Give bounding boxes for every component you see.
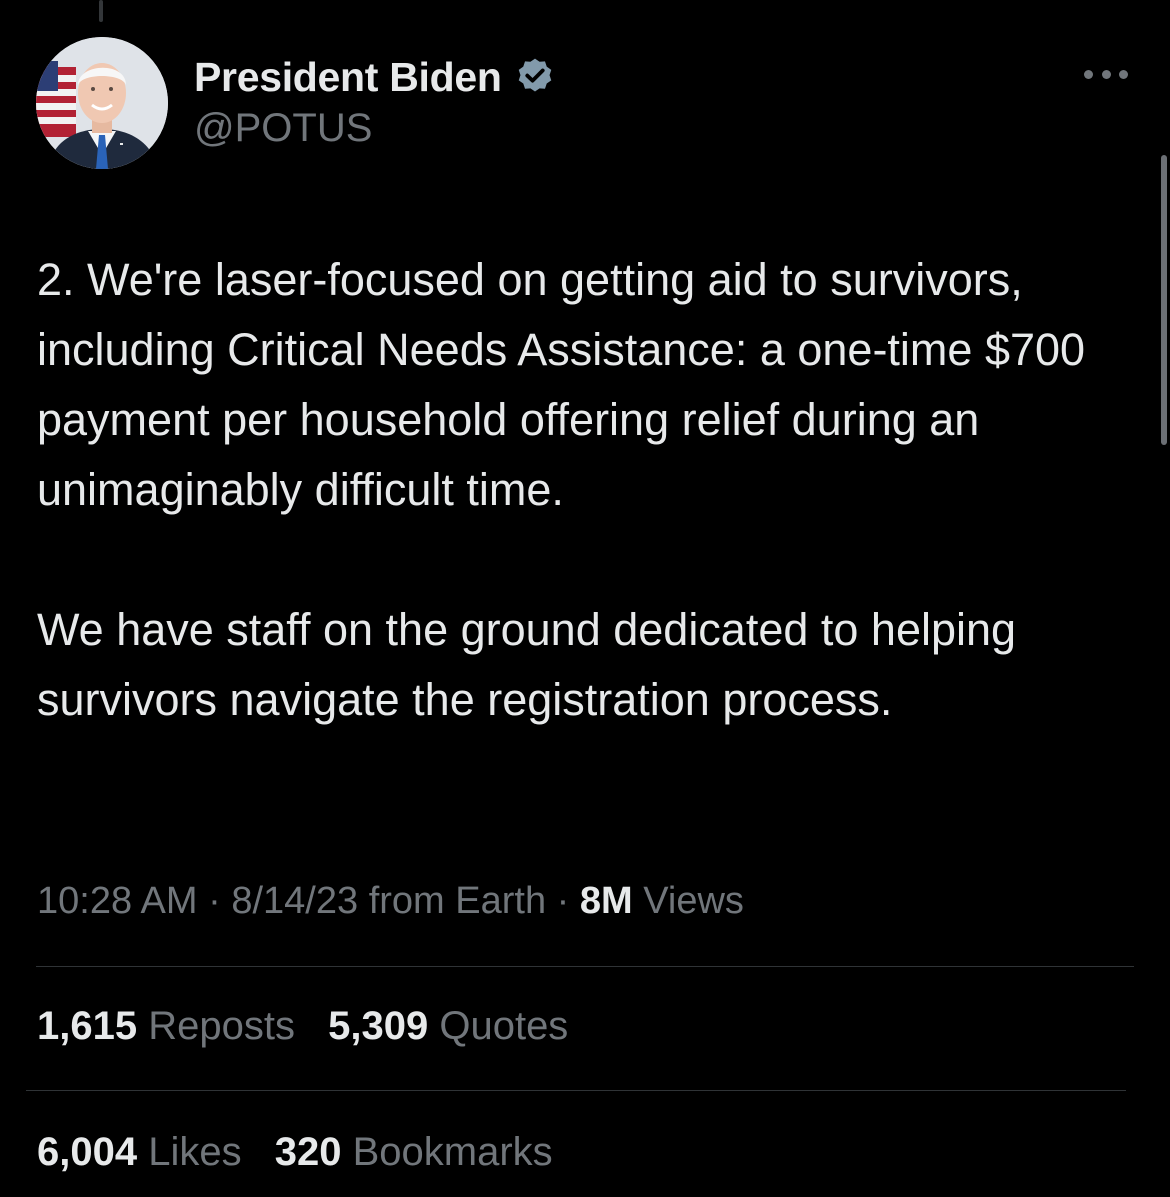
scrollbar[interactable] xyxy=(1161,155,1167,445)
tweet-meta: 10:28 AM · 8/14/23 from Earth · 8M Views xyxy=(37,880,744,923)
bookmarks-label: Bookmarks xyxy=(352,1130,553,1174)
more-options-icon[interactable] xyxy=(1084,60,1128,88)
views-count: 8M xyxy=(579,880,633,922)
meta-separator-2: · xyxy=(556,880,570,922)
quotes-label: Quotes xyxy=(439,1004,569,1048)
avatar[interactable] xyxy=(36,37,168,169)
meta-separator: · xyxy=(208,880,221,922)
reposts-label: Reposts xyxy=(148,1004,295,1048)
tweet-body: 2. We're laser-focused on getting aid to… xyxy=(37,245,1132,735)
views-label: Views xyxy=(643,880,744,922)
reposts-stat[interactable]: 1,615 Reposts xyxy=(37,1004,306,1048)
divider xyxy=(26,1090,1126,1091)
tweet-date[interactable]: 8/14/23 xyxy=(231,880,358,922)
likes-label: Likes xyxy=(148,1130,242,1174)
author-display-name[interactable]: President Biden xyxy=(194,54,502,101)
engagement-stats-row-2: 6,004 Likes 320 Bookmarks xyxy=(37,1130,575,1175)
bookmarks-count: 320 xyxy=(274,1130,342,1174)
author-header[interactable]: President Biden @POTUS xyxy=(194,52,556,151)
verified-badge-icon[interactable] xyxy=(514,56,556,98)
thread-connector-line xyxy=(99,0,103,22)
engagement-stats-row-1: 1,615 Reposts 5,309 Quotes xyxy=(37,1004,590,1049)
profile-photo-icon xyxy=(36,37,168,169)
reposts-count: 1,615 xyxy=(37,1004,138,1048)
divider xyxy=(36,966,1134,967)
likes-count: 6,004 xyxy=(37,1130,138,1174)
quotes-count: 5,309 xyxy=(328,1004,429,1048)
tweet-time[interactable]: 10:28 AM xyxy=(37,880,198,922)
likes-stat[interactable]: 6,004 Likes xyxy=(37,1130,253,1174)
tweet-paragraph-2: We have staff on the ground dedicated to… xyxy=(37,604,1017,725)
tweet-paragraph-1: 2. We're laser-focused on getting aid to… xyxy=(37,254,1086,515)
quotes-stat[interactable]: 5,309 Quotes xyxy=(328,1004,568,1048)
tweet-source: from Earth xyxy=(368,880,547,922)
bookmarks-stat[interactable]: 320 Bookmarks xyxy=(275,1130,553,1174)
author-handle[interactable]: @POTUS xyxy=(194,106,556,151)
